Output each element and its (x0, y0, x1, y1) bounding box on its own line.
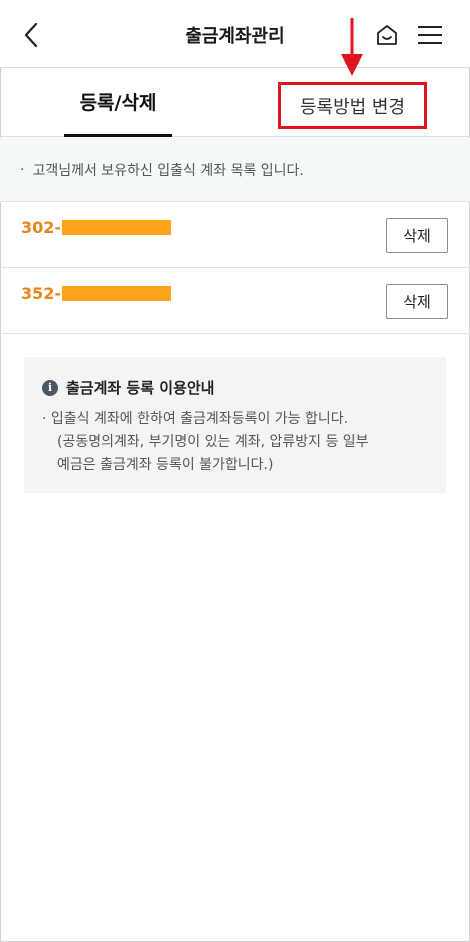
guide-line: 예금은 출금계좌 등록이 불가합니다.) (57, 457, 274, 473)
account-list-notice: · 고객님께서 보유하신 입출식 계좌 목록 입니다. (0, 138, 470, 202)
tab-register-delete[interactable]: 등록/삭제 (64, 68, 172, 137)
account-row: 352- 삭제 (0, 268, 470, 334)
hamburger-menu-icon (418, 26, 442, 44)
delete-button[interactable]: 삭제 (386, 218, 448, 253)
guide-line: (공동명의계좌, 부기명이 있는 계좌, 압류방지 등 일부 (57, 434, 369, 450)
info-icon: i (42, 379, 58, 396)
account-number-prefix: 302- (21, 218, 62, 237)
notice-text: 고객님께서 보유하신 입출식 계좌 목록 입니다. (32, 162, 304, 179)
menu-button[interactable] (413, 20, 447, 50)
tab-bar: 등록/삭제 등록방법 변경 (0, 68, 470, 137)
delete-button[interactable]: 삭제 (386, 284, 448, 319)
guide-title: i 출금계좌 등록 이용안내 (42, 377, 428, 398)
usage-guide-box: i 출금계좌 등록 이용안내 · 입출식 계좌에 한하여 출금계좌등록이 가능 … (24, 357, 446, 493)
account-row: 302- 삭제 (0, 202, 470, 268)
home-icon (377, 25, 397, 45)
bullet: · (20, 161, 25, 178)
account-number-prefix: 352- (21, 284, 62, 303)
guide-title-text: 출금계좌 등록 이용안내 (66, 379, 215, 397)
account-number-mask (62, 220, 172, 235)
tab-change-registration-method[interactable]: 등록방법 변경 (278, 82, 427, 129)
account-number: 352- (21, 284, 172, 303)
account-number: 302- (21, 218, 172, 237)
home-button[interactable] (372, 20, 402, 50)
app-header: 출금계좌관리 (0, 0, 470, 68)
guide-line: · 입출식 계좌에 한하여 출금계좌등록이 가능 합니다. (42, 411, 349, 427)
account-number-mask (62, 286, 172, 301)
